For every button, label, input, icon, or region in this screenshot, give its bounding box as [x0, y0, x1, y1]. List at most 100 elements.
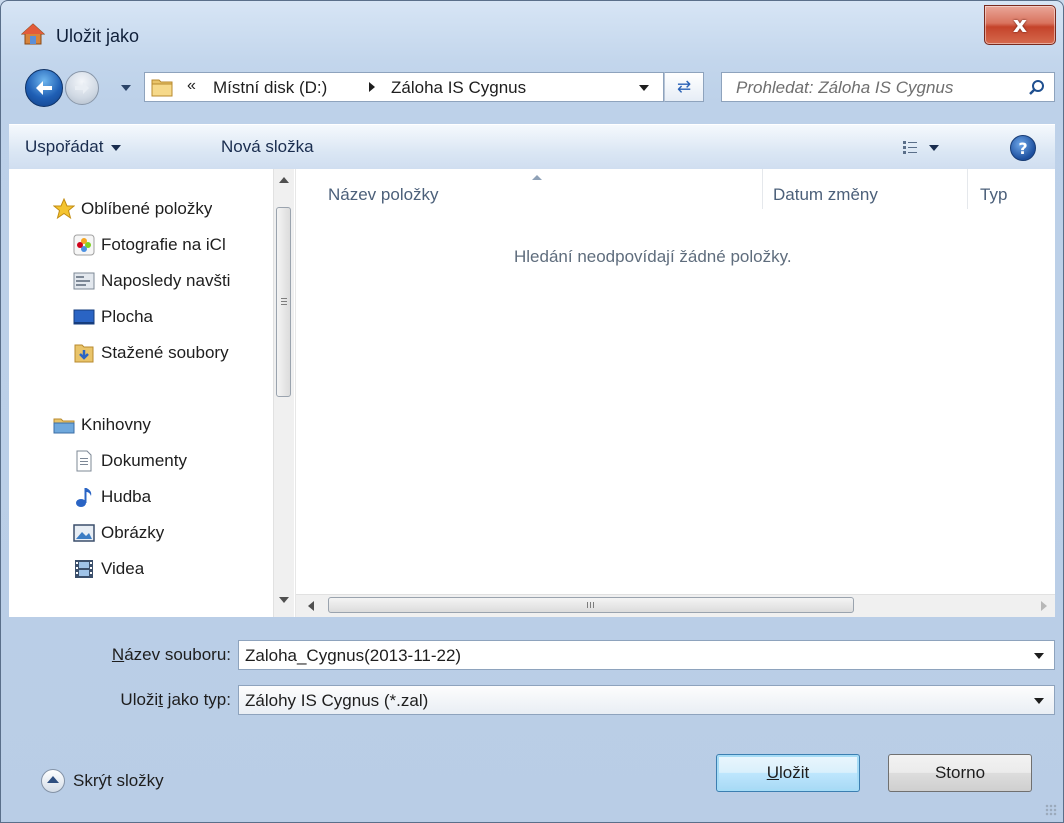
column-header-name[interactable]: Název položky: [296, 169, 762, 209]
nav-label: Dokumenty: [101, 451, 187, 470]
filetype-select[interactable]: Zálohy IS Cygnus (*.zal): [238, 685, 1055, 715]
film-icon: [75, 560, 93, 578]
label-text: ázev souboru:: [124, 645, 231, 664]
search-icon[interactable]: [1028, 79, 1046, 97]
column-label: Datum změny: [773, 185, 878, 204]
content-area: Oblíbené položky Fotografie na iCl Napos…: [9, 169, 1055, 617]
horizontal-scrollbar[interactable]: [296, 594, 1055, 617]
refresh-button[interactable]: ⇄: [664, 72, 704, 102]
nav-label: Naposledy navšti: [101, 271, 231, 290]
resize-grip-icon[interactable]: [1045, 804, 1057, 816]
new-folder-button[interactable]: Nová složka: [221, 137, 314, 157]
breadcrumb-current-folder[interactable]: Záloha IS Cygnus: [391, 78, 526, 98]
nav-item-documents[interactable]: Dokumenty: [73, 447, 187, 475]
music-note-icon: [76, 488, 92, 507]
column-header-date[interactable]: Datum změny: [763, 169, 967, 209]
filetype-value: Zálohy IS Cygnus (*.zal): [245, 691, 429, 710]
photos-icon: [73, 234, 95, 256]
back-button[interactable]: [25, 69, 63, 107]
scroll-down-icon[interactable]: [279, 597, 289, 603]
nav-favorites-header[interactable]: Oblíbené položky: [53, 195, 212, 223]
column-label: Typ: [980, 185, 1008, 204]
navigation-pane: Oblíbené položky Fotografie na iCl Napos…: [9, 169, 294, 617]
close-button[interactable]: x: [984, 5, 1056, 45]
star-icon: [53, 198, 75, 220]
forward-arrow-icon: [75, 82, 89, 94]
nav-item-icloud-photos[interactable]: Fotografie na iCl: [73, 231, 271, 259]
scroll-left-icon[interactable]: [308, 601, 314, 611]
hide-folders-toggle[interactable]: Skrýt složky: [41, 769, 164, 793]
nav-label: Stažené soubory: [101, 343, 229, 362]
save-as-dialog: Uložit jako x « Místní disk (D:) Záloha: [0, 0, 1064, 823]
nav-label: Fotografie na iCl: [101, 235, 226, 254]
nav-item-downloads[interactable]: Stažené soubory: [73, 339, 229, 367]
nav-item-videos[interactable]: Videa: [73, 555, 144, 583]
filename-value: Zaloha_Cygnus(2013-11-22): [245, 646, 462, 665]
desktop-icon: [73, 309, 95, 325]
organize-label: Uspořádat: [25, 137, 104, 156]
nav-item-recent-places[interactable]: Naposledy navšti: [73, 267, 271, 295]
folder-icon: [151, 79, 173, 97]
collapse-up-icon: [41, 769, 65, 793]
chevron-down-icon[interactable]: [1034, 698, 1044, 704]
chevron-down-icon: [111, 144, 122, 151]
label-text: Uloži: [120, 690, 159, 709]
address-bar[interactable]: « Místní disk (D:) Záloha IS Cygnus: [144, 72, 664, 102]
column-label: Název položky: [328, 185, 439, 204]
pictures-icon: [73, 524, 95, 542]
nav-vertical-scrollbar[interactable]: [273, 169, 294, 617]
nav-label: Oblíbené položky: [81, 199, 213, 218]
downloads-folder-icon: [74, 344, 94, 363]
breadcrumb-overflow[interactable]: «: [187, 77, 196, 95]
file-list: Název položky Datum změny Typ Hledání ne…: [295, 169, 1055, 617]
save-button[interactable]: Uložit: [716, 754, 860, 792]
search-placeholder: Prohledat: Záloha IS Cygnus: [736, 78, 954, 97]
breadcrumb-separator-icon[interactable]: [369, 82, 375, 92]
filename-input[interactable]: Zaloha_Cygnus(2013-11-22): [238, 640, 1055, 670]
hide-folders-label: Skrýt složky: [73, 771, 164, 790]
window-title: Uložit jako: [56, 26, 140, 46]
close-icon: x: [1012, 12, 1028, 38]
recent-places-icon: [73, 272, 95, 290]
nav-item-music[interactable]: Hudba: [73, 483, 151, 511]
help-icon[interactable]: ?: [1010, 135, 1036, 161]
cancel-button[interactable]: Storno: [888, 754, 1032, 792]
view-options-icon[interactable]: [902, 139, 918, 155]
grip-icon: [587, 602, 588, 608]
back-arrow-icon: [36, 81, 52, 95]
scroll-thumb[interactable]: [328, 597, 854, 613]
history-dropdown-icon[interactable]: [121, 85, 131, 91]
scroll-thumb[interactable]: [276, 207, 291, 397]
view-dropdown-icon[interactable]: [929, 145, 939, 151]
accelerator-key: U: [766, 763, 780, 782]
nav-libraries-header[interactable]: Knihovny: [53, 411, 151, 439]
search-input[interactable]: Prohledat: Záloha IS Cygnus: [721, 72, 1055, 102]
scroll-up-icon[interactable]: [279, 177, 289, 183]
nav-label: Hudba: [101, 487, 152, 506]
navigation-bar: « Místní disk (D:) Záloha IS Cygnus ⇄ Pr…: [1, 59, 1063, 109]
title-bar[interactable]: Uložit jako x: [1, 1, 1063, 47]
nav-item-desktop[interactable]: Plocha: [73, 303, 153, 331]
command-bar: Uspořádat Nová složka ?: [9, 124, 1055, 170]
nav-label: Obrázky: [101, 523, 165, 542]
label-text: jako typ:: [162, 690, 231, 709]
breadcrumb-local-disk[interactable]: Místní disk (D:): [213, 78, 327, 98]
grip-icon: [281, 298, 287, 299]
nav-item-pictures[interactable]: Obrázky: [73, 519, 164, 547]
empty-results-message: Hledání neodpovídají žádné položky.: [514, 247, 792, 266]
organize-menu[interactable]: Uspořádat: [25, 137, 122, 157]
column-header-type[interactable]: Typ: [968, 169, 1058, 209]
scroll-right-icon[interactable]: [1041, 601, 1047, 611]
address-dropdown-icon[interactable]: [639, 85, 649, 91]
save-label: ložit: [779, 763, 810, 782]
filetype-label: Uložit jako typ:: [61, 690, 231, 710]
forward-button[interactable]: [65, 71, 99, 105]
refresh-icon: ⇄: [676, 77, 692, 96]
nav-label: Videa: [101, 559, 145, 578]
house-icon: [21, 23, 45, 45]
filename-label: Název souboru:: [61, 645, 231, 665]
documents-icon: [76, 450, 92, 472]
chevron-down-icon[interactable]: [1034, 653, 1044, 659]
nav-label: Plocha: [101, 307, 153, 326]
sort-ascending-icon: [532, 175, 542, 180]
